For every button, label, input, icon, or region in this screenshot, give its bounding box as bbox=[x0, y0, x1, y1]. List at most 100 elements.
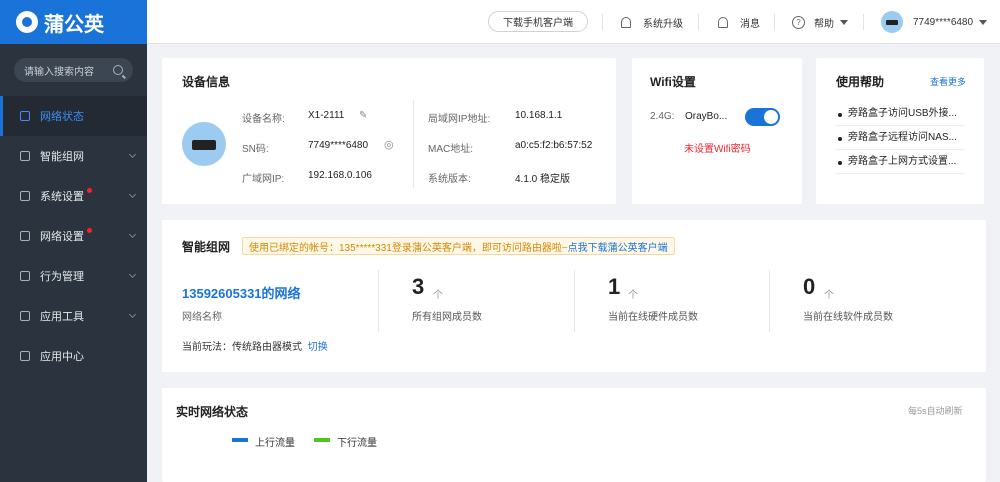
stat-unit: 个 bbox=[628, 290, 638, 301]
account-menu[interactable]: 7749****6480 bbox=[881, 0, 988, 44]
sn-value: 7749****6480 bbox=[308, 140, 369, 151]
version-value: 4.1.0 稳定版 bbox=[515, 174, 571, 185]
mac-label: MAC地址: bbox=[428, 144, 473, 155]
wan-ip-value: 192.168.0.106 bbox=[308, 170, 372, 181]
mode-switch-link[interactable]: 切换 bbox=[308, 342, 328, 353]
search-placeholder: 请输入搜索内容 bbox=[24, 66, 94, 78]
wifi-password-warning[interactable]: 未设置Wifi密码 bbox=[684, 140, 751, 155]
sidebar-item-label: 智能组网 bbox=[40, 151, 84, 163]
divider bbox=[863, 14, 864, 30]
stat-value: 3 bbox=[412, 274, 425, 299]
network-name-link[interactable]: 13592605331的网络 bbox=[182, 283, 301, 302]
network-settings-icon bbox=[20, 231, 30, 241]
notification-dot bbox=[87, 187, 92, 193]
stat-value: 1 bbox=[608, 274, 621, 299]
wifi-toggle[interactable] bbox=[745, 108, 780, 126]
legend-label-downstream[interactable]: 下行流量 bbox=[337, 434, 377, 449]
wifi-title: Wifi设置 bbox=[650, 75, 696, 89]
upgrade-icon bbox=[621, 16, 631, 28]
stat-label: 当前在线软件成员数 bbox=[803, 312, 893, 323]
sidebar-item-behavior-management[interactable]: 行为管理 bbox=[0, 256, 147, 296]
divider bbox=[774, 14, 775, 30]
sidebar-menu: 网络状态 智能组网 系统设置 网络设置 行为管理 应用工具 应用中心 bbox=[0, 96, 147, 376]
help-label: 帮助 bbox=[814, 18, 834, 30]
help-card: 使用帮助 查看更多 旁路盒子访问USB外接... 旁路盒子远程访问NAS... … bbox=[816, 58, 984, 204]
hide-eye-icon[interactable]: ◎ bbox=[384, 138, 394, 151]
toolbox-icon bbox=[20, 311, 30, 321]
wifi-band-label: 2.4G: bbox=[650, 111, 675, 122]
help-icon: ? bbox=[792, 15, 805, 29]
chevron-down-icon bbox=[128, 150, 137, 159]
legend-label-upstream[interactable]: 上行流量 bbox=[255, 434, 295, 449]
network-name-label: 网络名称 bbox=[182, 312, 222, 323]
edit-icon[interactable]: ✎ bbox=[359, 110, 367, 121]
chevron-down-icon bbox=[128, 310, 137, 319]
sidebar-item-network-settings[interactable]: 网络设置 bbox=[0, 216, 147, 256]
device-name-value: X1-2111 bbox=[308, 110, 345, 121]
sidebar-item-app-center[interactable]: 应用中心 bbox=[0, 336, 147, 376]
stat-value: 0 bbox=[803, 274, 816, 299]
download-app-button[interactable]: 下载手机客户端 bbox=[488, 11, 588, 32]
legend-swatch-downstream bbox=[314, 438, 330, 442]
divider bbox=[769, 270, 770, 332]
stat-label: 所有组网成员数 bbox=[412, 312, 482, 323]
notice-text: 使用已绑定的帐号：135*****331登录蒲公英客户端，即可访问路由器啦~ bbox=[249, 242, 568, 254]
sidebar-item-label: 应用中心 bbox=[40, 351, 84, 363]
divider bbox=[378, 270, 379, 332]
sidebar-item-label: 行为管理 bbox=[40, 271, 84, 283]
account-name: 7749****6480 bbox=[913, 16, 974, 28]
divider bbox=[698, 14, 699, 30]
notification-dot bbox=[87, 227, 92, 233]
search-input[interactable]: 请输入搜索内容 bbox=[14, 58, 133, 82]
realtime-title: 实时网络状态 bbox=[176, 405, 249, 419]
stat-unit: 个 bbox=[433, 290, 443, 301]
cube-icon bbox=[20, 351, 30, 361]
chevron-down-icon bbox=[128, 190, 137, 199]
logo-icon bbox=[16, 11, 38, 33]
brand-name: 蒲公英 bbox=[44, 13, 104, 36]
chevron-down-icon bbox=[128, 270, 137, 279]
system-upgrade-button[interactable]: 系统升级 bbox=[621, 0, 683, 44]
help-link[interactable]: 旁路盒子远程访问NAS... bbox=[836, 126, 964, 150]
help-title: 使用帮助 bbox=[836, 75, 885, 89]
search-icon[interactable] bbox=[113, 65, 123, 75]
stat-unit: 个 bbox=[824, 290, 834, 301]
sidebar-item-system-settings[interactable]: 系统设置 bbox=[0, 176, 147, 216]
device-info-card: 设备信息 设备名称: X1-2111 ✎ SN码: 7749****6480 ◎… bbox=[162, 58, 616, 204]
chevron-down-icon bbox=[128, 230, 137, 239]
wifi-ssid: OrayBo... bbox=[685, 111, 728, 122]
sidebar-item-network-status[interactable]: 网络状态 bbox=[0, 96, 147, 136]
bell-icon bbox=[718, 16, 728, 28]
messages-label: 消息 bbox=[740, 18, 760, 30]
brand-logo[interactable]: 蒲公英 bbox=[0, 0, 147, 44]
lan-ip-value: 10.168.1.1 bbox=[515, 110, 563, 121]
sidebar: 蒲公英 请输入搜索内容 网络状态 智能组网 系统设置 网络设置 行为管理 应用工… bbox=[0, 0, 147, 482]
mode-label: 当前玩法：传统路由器模式 bbox=[182, 342, 302, 353]
view-more-link[interactable]: 查看更多 bbox=[930, 75, 966, 88]
stat-label: 当前在线硬件成员数 bbox=[608, 312, 698, 323]
account-notice: 使用已绑定的帐号：135*****331登录蒲公英客户端，即可访问路由器啦~ 点… bbox=[242, 237, 675, 255]
settings-gear-icon bbox=[20, 191, 30, 201]
sidebar-item-app-tools[interactable]: 应用工具 bbox=[0, 296, 147, 336]
behavior-icon bbox=[20, 271, 30, 281]
help-menu-button[interactable]: ? 帮助 bbox=[792, 0, 848, 44]
avatar bbox=[881, 11, 903, 33]
help-list: 旁路盒子访问USB外接... 旁路盒子远程访问NAS... 旁路盒子上网方式设置… bbox=[836, 102, 964, 174]
download-client-link[interactable]: 点我下载蒲公英客户端 bbox=[568, 239, 668, 254]
device-info-title: 设备信息 bbox=[182, 75, 231, 89]
network-status-icon bbox=[20, 111, 30, 121]
realtime-network-card: 实时网络状态 每5s自动刷新 上行流量 下行流量 bbox=[162, 388, 986, 482]
caret-down-icon bbox=[979, 19, 988, 25]
caret-down-icon bbox=[840, 19, 848, 25]
smart-network-title: 智能组网 bbox=[182, 240, 231, 254]
divider bbox=[413, 100, 414, 188]
sidebar-item-label: 网络设置 bbox=[40, 231, 84, 243]
mode-row: 当前玩法：传统路由器模式 切换 bbox=[182, 338, 328, 353]
sidebar-item-smart-network[interactable]: 智能组网 bbox=[0, 136, 147, 176]
help-link[interactable]: 旁路盒子访问USB外接... bbox=[836, 102, 964, 126]
messages-button[interactable]: 消息 bbox=[718, 0, 760, 44]
sidebar-item-label: 应用工具 bbox=[40, 311, 84, 323]
help-link[interactable]: 旁路盒子上网方式设置... bbox=[836, 150, 964, 174]
smart-network-icon bbox=[20, 151, 30, 161]
divider bbox=[574, 270, 575, 332]
